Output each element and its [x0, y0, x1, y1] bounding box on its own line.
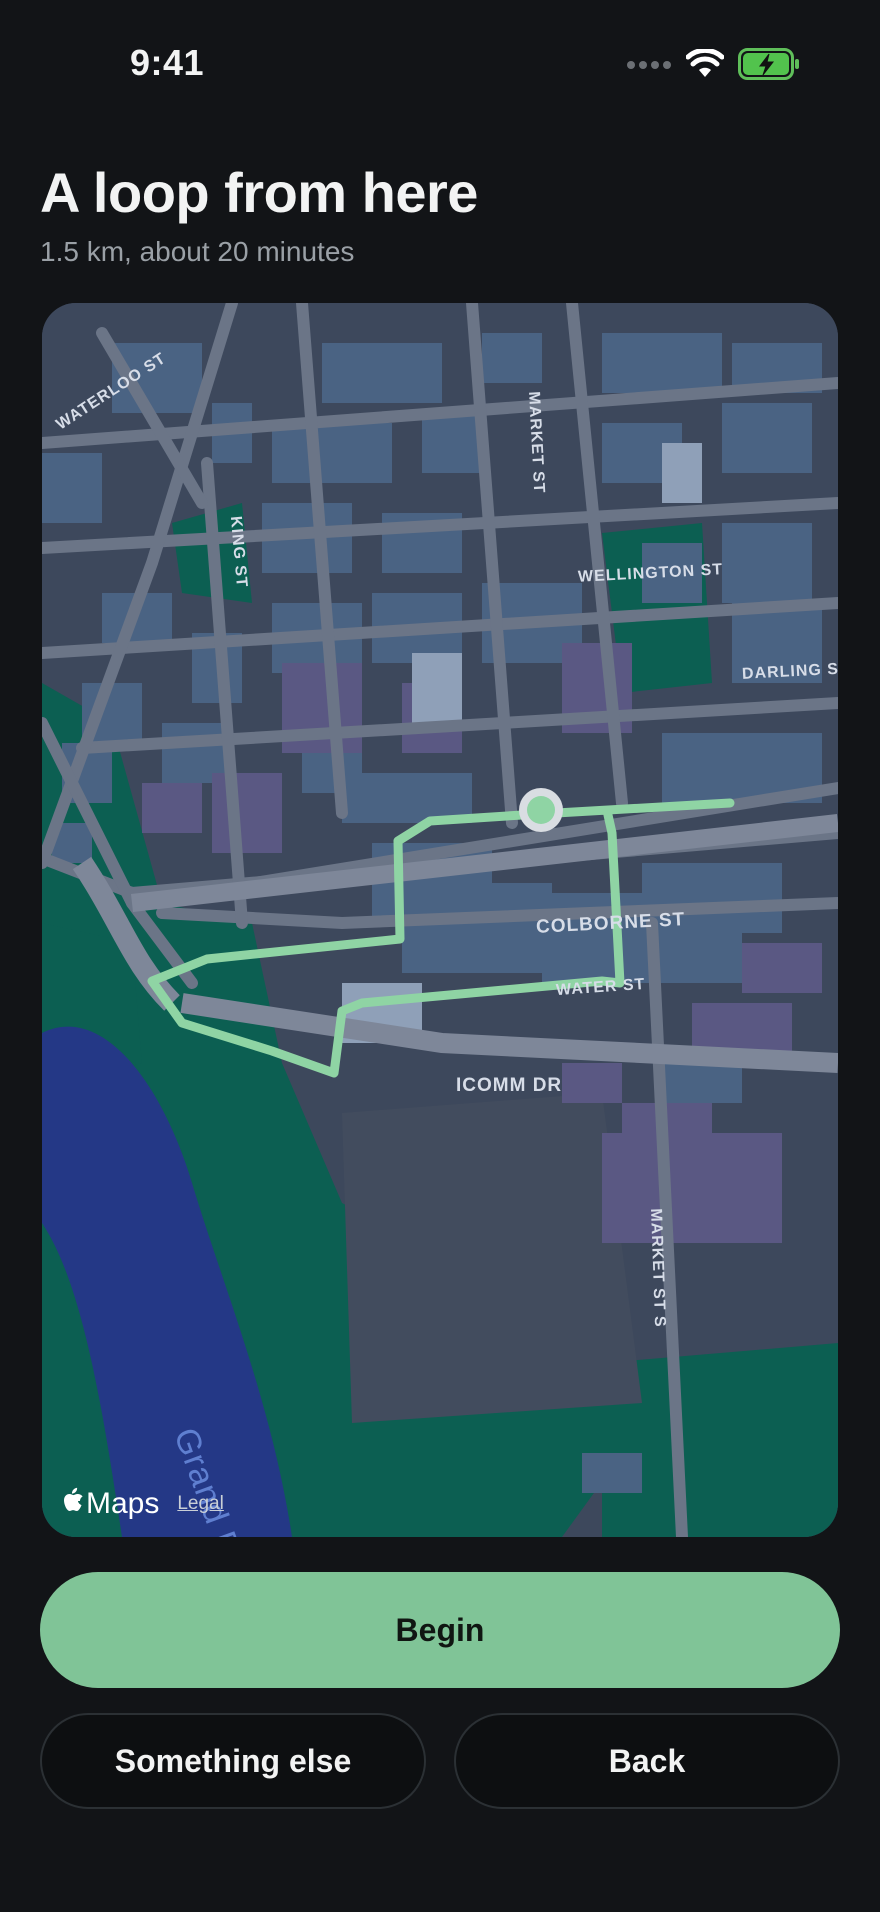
begin-button[interactable]: Begin — [40, 1572, 840, 1688]
signal-icon — [626, 58, 672, 76]
status-time: 9:41 — [130, 42, 205, 83]
route-summary: 1.5 km, about 20 minutes — [40, 236, 355, 267]
page-title: A loop from here — [40, 161, 478, 224]
something-else-button[interactable]: Something else — [40, 1713, 426, 1809]
status-icons — [626, 47, 800, 85]
legal-link[interactable]: Legal — [177, 1493, 224, 1515]
wifi-icon — [685, 47, 725, 84]
maps-brand: Maps — [62, 1487, 159, 1521]
maps-wordmark: Maps — [86, 1487, 160, 1520]
map-attribution: Maps Legal — [62, 1487, 224, 1521]
route-map[interactable]: WATERLOO ST KING ST MARKET ST WELLINGTON… — [42, 303, 838, 1537]
apple-logo-icon — [62, 1487, 84, 1521]
street-label-icomm: ICOMM DR — [456, 1075, 563, 1096]
battery-charging-icon — [738, 48, 800, 85]
back-button[interactable]: Back — [454, 1713, 840, 1809]
map-canvas — [42, 303, 838, 1537]
status-bar: 9:41 — [0, 0, 880, 130]
